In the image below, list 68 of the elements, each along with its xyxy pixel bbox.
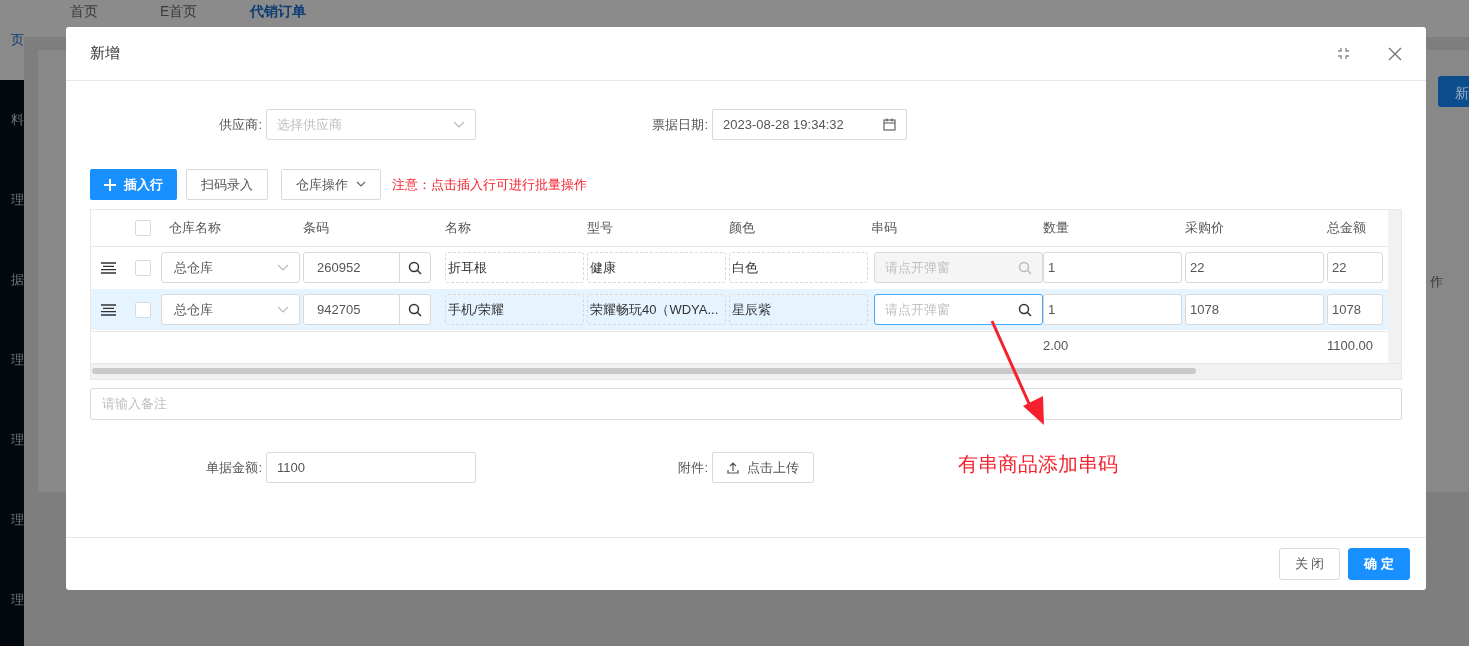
field-label: 附件:	[677, 458, 709, 477]
fullscreen-exit-icon[interactable]	[1337, 47, 1350, 60]
sidebar-item[interactable]: 理	[0, 320, 24, 400]
upload-icon	[727, 461, 739, 474]
search-icon[interactable]	[1018, 302, 1032, 317]
amount-field[interactable]: 1100	[266, 452, 476, 483]
barcode-field[interactable]: 942705	[303, 294, 431, 325]
scrollbar[interactable]	[91, 363, 1401, 379]
quantity-field[interactable]: 1	[1043, 294, 1182, 325]
field-label: 供应商:	[218, 115, 263, 134]
column-header: 颜色	[729, 220, 755, 236]
warehouse-select[interactable]: 总仓库	[161, 252, 300, 283]
color-field[interactable]: 白色	[729, 252, 868, 283]
chevron-down-icon	[277, 305, 289, 314]
checkbox[interactable]	[135, 301, 151, 318]
barcode-field[interactable]: 260952	[303, 252, 431, 283]
total-field[interactable]: 22	[1327, 252, 1383, 283]
sidebar-item[interactable]: 理	[0, 400, 24, 480]
warehouse-dropdown[interactable]: 仓库操作	[280, 169, 381, 200]
close-icon[interactable]	[1388, 46, 1402, 61]
sidebar-item[interactable]: 理	[0, 480, 24, 560]
name-field[interactable]: 折耳根	[445, 252, 584, 283]
search-icon[interactable]	[408, 260, 422, 275]
column-header: 仓库名称	[169, 220, 221, 236]
date-field[interactable]: 2023-08-28 19:34:32	[712, 109, 907, 140]
plus-icon	[104, 178, 116, 191]
total-amount: 1100.00	[1327, 337, 1374, 353]
price-field[interactable]: 22	[1185, 252, 1324, 283]
checkbox[interactable]	[135, 259, 151, 276]
notice-text: 注意：点击插入行可进行批量操作	[391, 175, 587, 194]
scrollbar[interactable]	[1388, 210, 1401, 365]
column-header: 数量	[1043, 220, 1069, 236]
dialog-title: 新增	[90, 43, 120, 64]
column-header: 串码	[871, 220, 897, 236]
annotation-text: 有串商品添加串码	[958, 452, 1118, 477]
scan-button[interactable]: 扫码录入	[186, 169, 268, 200]
warehouse-select[interactable]: 总仓库	[161, 294, 300, 325]
quantity-field[interactable]: 1	[1043, 252, 1182, 283]
column-header: 采购价	[1185, 220, 1224, 236]
sidebar-item[interactable]: 理	[0, 160, 24, 240]
close-button[interactable]: 关 闭	[1278, 548, 1341, 580]
new-button[interactable]: 新	[1438, 76, 1469, 107]
drag-handle-icon[interactable]	[100, 261, 116, 274]
column-header: 型号	[587, 220, 613, 236]
sidebar-item[interactable]: 据	[0, 240, 24, 320]
name-field[interactable]: 手机/荣耀	[445, 294, 584, 325]
search-icon[interactable]	[408, 302, 422, 317]
total-field[interactable]: 1078	[1327, 294, 1383, 325]
sidebar-item[interactable]: 料	[0, 80, 24, 160]
sidebar-item[interactable]: 理	[0, 560, 24, 640]
calendar-icon	[883, 118, 896, 131]
column-header: 名称	[445, 220, 471, 236]
chevron-down-icon	[355, 181, 366, 188]
model-field[interactable]: 荣耀畅玩40（WDYA...	[587, 294, 726, 325]
color-field[interactable]: 星辰紫	[729, 294, 868, 325]
upload-button[interactable]: 点击上传	[712, 452, 814, 483]
price-field[interactable]: 1078	[1185, 294, 1324, 325]
column-header: 总金额	[1327, 220, 1366, 236]
field-label: 票据日期:	[651, 115, 709, 134]
drag-handle-icon[interactable]	[100, 303, 116, 316]
checkbox[interactable]	[135, 220, 151, 236]
column-header: 条码	[303, 220, 329, 236]
column-header: 作	[1430, 273, 1443, 291]
total-quantity: 2.00	[1043, 337, 1069, 353]
chevron-down-icon	[277, 263, 289, 272]
field-label: 单据金额:	[205, 458, 263, 477]
chevron-down-icon	[453, 120, 465, 129]
model-field[interactable]: 健康	[587, 252, 726, 283]
